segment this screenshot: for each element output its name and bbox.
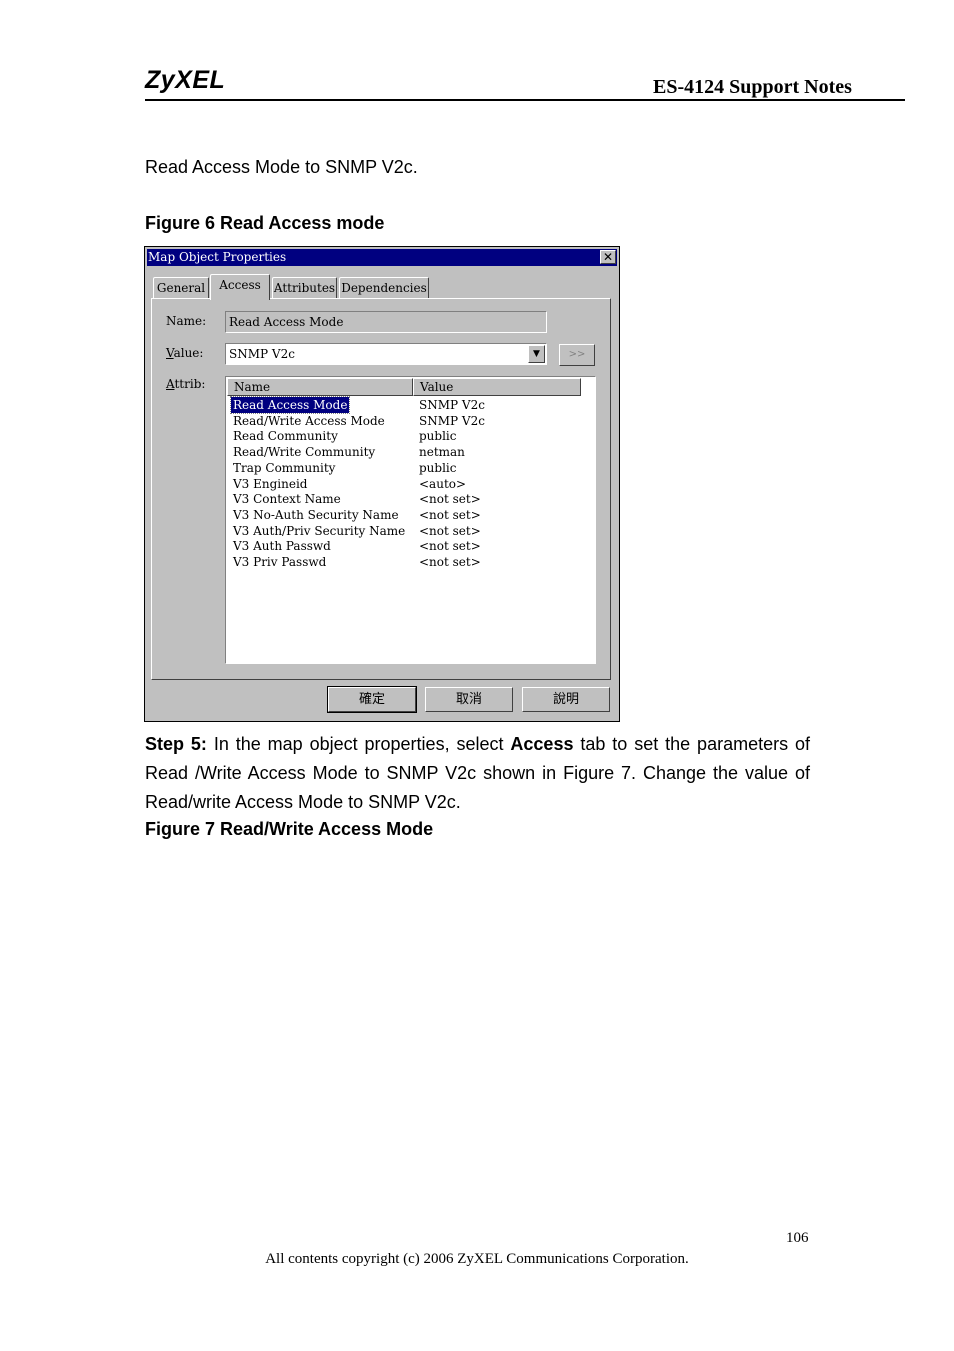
document-title: ES-4124 Support Notes [653,76,852,98]
map-object-properties-dialog: Map Object Properties ✕ General Access A… [144,246,620,722]
figure6-caption: Figure 6 Read Access mode [145,213,385,233]
value-dropdown[interactable]: SNMP V2c ▼ [225,343,547,365]
tab-attributes[interactable]: Attributes [272,277,337,299]
copyright: All contents copyright (c) 2006 ZyXEL Co… [265,1251,689,1267]
attrib-label: Attrib: [166,377,205,391]
value-label-accel: V [166,346,174,360]
table-row[interactable]: Trap Community public [230,460,590,476]
attrib-name: V3 Auth Passwd [233,539,331,554]
attrib-name: V3 Priv Passwd [233,555,327,569]
attrib-name: V3 No-Auth Security Name [233,507,399,522]
table-row[interactable]: V3 Engineid <auto> [230,476,590,492]
dialog-title: Map Object Properties [147,249,617,266]
step5-label: Step 5: [145,734,207,754]
dropdown-arrow-button[interactable]: ▼ [528,345,545,363]
table-row[interactable]: V3 Auth Passwd <not set> [230,538,590,554]
attrib-value: SNMP V2c [419,398,485,412]
table-row[interactable]: V3 Priv Passwd <not set> [230,554,590,570]
attrib-name: Trap Community [233,460,336,475]
attrib-name: V3 Engineid [233,476,308,491]
attrib-name: Read Community [233,429,338,444]
attrib-value: <not set> [419,492,481,507]
value-label-rest: alue: [173,346,204,360]
table-row[interactable]: V3 Auth/Priv Security Name <not set> [230,523,590,539]
attrib-value: <not set> [419,555,481,569]
attrib-name: Read/Write Access Mode [233,413,385,428]
tab-access[interactable]: Access [210,274,270,300]
attrib-value: netman [419,445,465,460]
step5-text1: In the map object properties, select [206,734,511,754]
attrib-value: <auto> [419,476,467,491]
tab-dependencies[interactable]: Dependencies [339,277,429,299]
tab-general[interactable]: General [153,277,209,299]
name-field: Read Access Mode [225,311,547,333]
attrib-name: V3 Context Name [233,492,341,507]
table-row[interactable]: V3 No-Auth Security Name <not set> [230,507,590,523]
close-icon: ✕ [602,250,614,264]
help-button[interactable]: 說明 [522,687,610,712]
table-row[interactable]: V3 Context Name <not set> [230,491,590,507]
step5-bold: Access [510,734,574,754]
cancel-button[interactable]: 取消 [425,687,513,712]
header-rule [145,99,905,101]
intro-text: Read Access Mode to SNMP V2c. [145,157,418,177]
attrib-name: Read/Write Community [233,445,376,460]
more-button[interactable]: >> [559,344,595,366]
table-row[interactable]: Read Community public [230,428,590,444]
attrib-value: <not set> [419,539,481,554]
attrib-list[interactable]: Name Value Read Access Mode SNMP V2c Read/… [225,376,596,664]
attrib-name: V3 Auth/Priv Security Name [233,523,406,538]
attrib-value: <not set> [419,507,481,522]
zyxel-logo: ZyXEL [145,66,226,94]
page-number: 106 [786,1230,809,1246]
column-header-value[interactable]: Value [413,378,581,396]
value-dropdown-selected: SNMP V2c [229,347,295,361]
table-row[interactable]: Read Access Mode SNMP V2c [229,396,590,414]
attrib-value: public [419,460,457,475]
attrib-name: Read Access Mode [229,396,351,414]
table-row[interactable]: Read/Write Access Mode SNMP V2c [230,413,590,429]
table-row[interactable]: Read/Write Community netman [230,444,590,460]
ok-button[interactable]: 確定 [327,686,417,713]
figure7-caption: Figure 7 Read/Write Access Mode [145,819,434,839]
column-header-name[interactable]: Name [227,378,413,396]
attrib-value: SNMP V2c [419,413,485,428]
attrib-value: <not set> [419,523,481,538]
step5-paragraph: Step 5: In the map object properties, se… [145,730,810,817]
name-label: Name: [166,314,207,328]
value-label: Value: [166,346,203,360]
close-button[interactable]: ✕ [600,250,616,264]
attrib-label-rest: ttrib: [174,377,206,391]
attrib-value: public [419,429,457,444]
chevron-down-icon: ▼ [533,349,540,359]
